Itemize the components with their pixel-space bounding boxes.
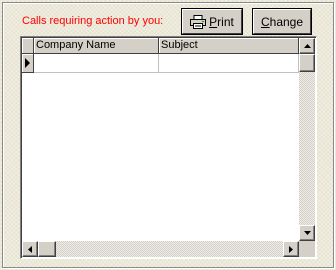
printer-icon bbox=[190, 14, 207, 29]
vertical-scroll-thumb[interactable] bbox=[299, 54, 315, 72]
arrow-left-icon bbox=[28, 246, 32, 253]
calls-panel: Calls requiring action by you: Print Cha… bbox=[0, 0, 336, 270]
row-pointer-icon bbox=[25, 58, 30, 68]
scrollbar-corner bbox=[299, 241, 315, 257]
arrow-right-icon bbox=[289, 246, 293, 253]
horizontal-scrollbar[interactable] bbox=[22, 241, 299, 257]
column-header-company-name[interactable]: Company Name bbox=[34, 38, 159, 54]
calls-grid[interactable]: Company Name Subject bbox=[20, 36, 317, 259]
scroll-right-button[interactable] bbox=[283, 241, 299, 257]
scroll-down-button[interactable] bbox=[299, 225, 315, 241]
column-header-subject[interactable]: Subject bbox=[159, 38, 299, 54]
cell-subject[interactable] bbox=[159, 54, 299, 73]
cell-company-name[interactable] bbox=[34, 54, 159, 73]
vertical-scrollbar[interactable] bbox=[299, 38, 315, 241]
arrow-down-icon bbox=[304, 231, 311, 235]
grid-corner-header bbox=[22, 38, 34, 54]
scroll-up-button[interactable] bbox=[299, 38, 315, 54]
calls-caption: Calls requiring action by you: bbox=[22, 15, 164, 27]
print-button-label: Print bbox=[209, 14, 234, 29]
arrow-up-icon bbox=[304, 44, 311, 48]
horizontal-scroll-thumb[interactable] bbox=[38, 241, 56, 257]
change-button-label: Change bbox=[260, 14, 304, 29]
row-selector[interactable] bbox=[22, 54, 34, 73]
scroll-left-button[interactable] bbox=[22, 241, 38, 257]
change-button[interactable]: Change bbox=[253, 9, 311, 34]
print-button[interactable]: Print bbox=[182, 9, 242, 34]
